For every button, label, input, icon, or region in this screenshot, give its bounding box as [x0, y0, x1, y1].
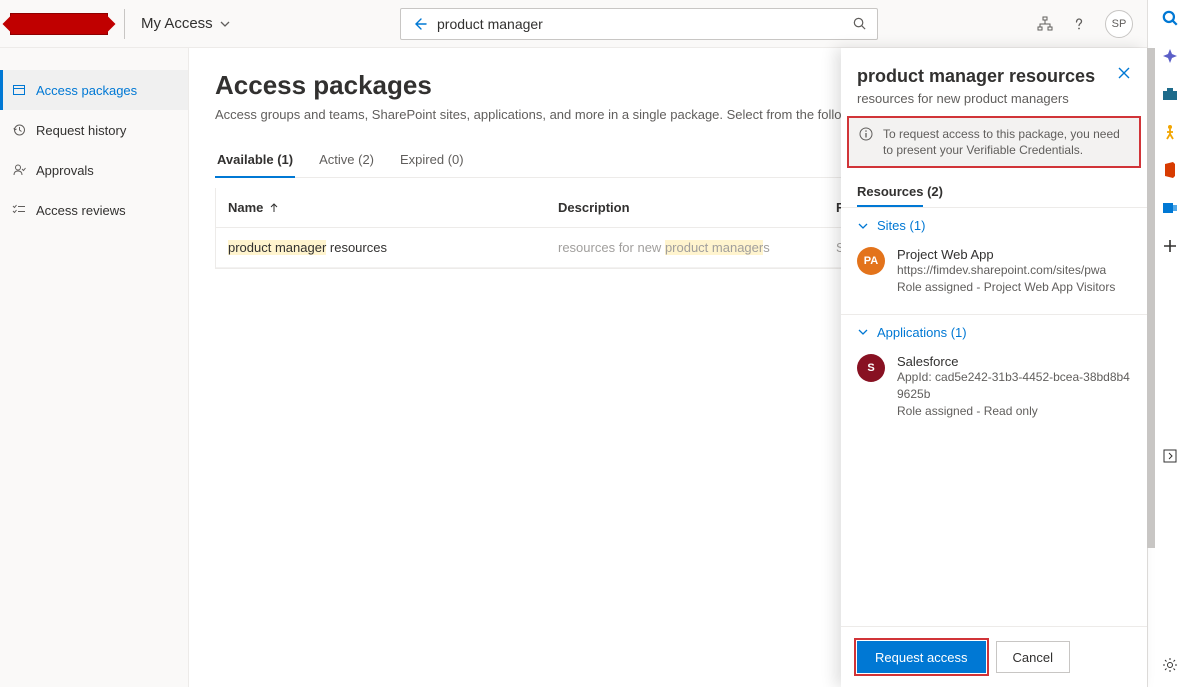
- resource-group-applications: Applications (1) S Salesforce AppId: cad…: [841, 314, 1147, 437]
- app-name: My Access: [141, 15, 213, 32]
- search-box[interactable]: [400, 8, 878, 40]
- panel-title: product manager resources: [857, 66, 1095, 87]
- resource-url: https://fimdev.sharepoint.com/sites/pwa: [897, 262, 1131, 279]
- app-switcher[interactable]: My Access: [141, 15, 231, 32]
- resource-role: Role assigned - Project Web App Visitors: [897, 279, 1131, 296]
- search-icon[interactable]: [852, 16, 867, 31]
- nav-label: Access packages: [36, 83, 137, 98]
- tab-active[interactable]: Active (2): [317, 144, 376, 177]
- panel-subtitle: resources for new product managers: [841, 91, 1147, 116]
- package-icon: [12, 83, 26, 97]
- gear-icon[interactable]: [1160, 655, 1180, 675]
- col-header-name[interactable]: Name: [228, 200, 558, 215]
- org-chart-icon[interactable]: [1037, 16, 1053, 32]
- nav-label: Request history: [36, 123, 126, 138]
- col-header-description[interactable]: Description: [558, 200, 836, 215]
- chevron-down-icon: [857, 326, 869, 338]
- header-actions: SP: [1037, 10, 1133, 38]
- panel-footer: Request access Cancel: [841, 626, 1147, 687]
- briefcase-icon[interactable]: [1160, 84, 1180, 104]
- nav-access-packages[interactable]: Access packages: [0, 70, 188, 110]
- user-avatar[interactable]: SP: [1105, 10, 1133, 38]
- nav-label: Approvals: [36, 163, 94, 178]
- cancel-button[interactable]: Cancel: [996, 641, 1070, 673]
- resource-group-sites: Sites (1) PA Project Web App https://fim…: [841, 207, 1147, 314]
- sort-up-icon: [269, 203, 279, 213]
- request-access-button[interactable]: Request access: [857, 641, 986, 673]
- cell-name: product manager resources: [228, 240, 558, 255]
- person-icon: [12, 163, 26, 177]
- resource-item[interactable]: PA Project Web App https://fimdev.sharep…: [857, 243, 1131, 304]
- resource-appid: AppId: cad5e242-31b3-4452-bcea-38bd8b496…: [897, 369, 1131, 403]
- chevron-down-icon: [219, 18, 231, 30]
- search-input[interactable]: [437, 16, 852, 32]
- details-panel: product manager resources resources for …: [841, 48, 1147, 687]
- nav-label: Access reviews: [36, 203, 126, 218]
- resource-avatar: PA: [857, 247, 885, 275]
- resources-tab[interactable]: Resources (2): [841, 178, 1147, 207]
- close-icon[interactable]: [1117, 66, 1131, 80]
- nav-approvals[interactable]: Approvals: [0, 150, 188, 190]
- divider: [124, 9, 125, 39]
- cell-description: resources for new product managers: [558, 240, 836, 255]
- sparkle-icon[interactable]: [1160, 46, 1180, 66]
- chevron-down-icon: [857, 220, 869, 232]
- info-icon: [859, 127, 873, 141]
- nav-access-reviews[interactable]: Access reviews: [0, 190, 188, 230]
- tab-expired[interactable]: Expired (0): [398, 144, 466, 177]
- app-header: My Access: [0, 0, 1147, 48]
- resource-avatar: S: [857, 354, 885, 382]
- nav-request-history[interactable]: Request history: [0, 110, 188, 150]
- help-icon[interactable]: [1071, 16, 1087, 32]
- group-toggle-applications[interactable]: Applications (1): [857, 325, 1131, 340]
- plus-icon[interactable]: [1160, 236, 1180, 256]
- resource-item[interactable]: S Salesforce AppId: cad5e242-31b3-4452-b…: [857, 350, 1131, 427]
- person-walking-icon[interactable]: [1160, 122, 1180, 142]
- outlook-icon[interactable]: [1160, 198, 1180, 218]
- history-icon: [12, 123, 26, 137]
- office-icon[interactable]: [1160, 160, 1180, 180]
- resource-name: Project Web App: [897, 247, 1131, 262]
- tab-available[interactable]: Available (1): [215, 144, 295, 177]
- brand-logo: [10, 13, 108, 35]
- expand-icon[interactable]: [1160, 446, 1180, 466]
- info-text: To request access to this package, you n…: [883, 126, 1129, 158]
- group-toggle-sites[interactable]: Sites (1): [857, 218, 1131, 233]
- search-icon[interactable]: [1160, 8, 1180, 28]
- back-arrow-icon[interactable]: [411, 16, 427, 32]
- info-banner: To request access to this package, you n…: [847, 116, 1141, 168]
- avatar-initials: SP: [1112, 18, 1127, 30]
- checklist-icon: [12, 203, 26, 217]
- resource-name: Salesforce: [897, 354, 1131, 369]
- resource-role: Role assigned - Read only: [897, 403, 1131, 420]
- left-nav: Access packages Request history Approval…: [0, 48, 189, 687]
